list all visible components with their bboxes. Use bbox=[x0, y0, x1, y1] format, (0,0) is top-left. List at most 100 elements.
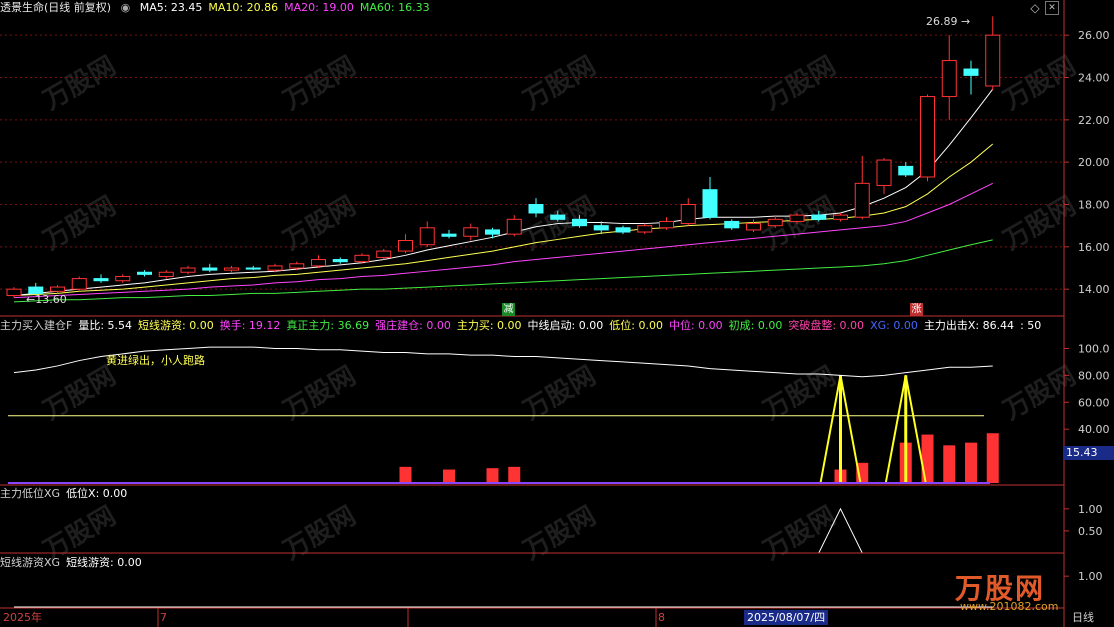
candle-body bbox=[463, 227, 479, 237]
candle-body bbox=[332, 259, 348, 263]
candle-body bbox=[724, 220, 740, 229]
low-price-label: ←13.60 bbox=[26, 293, 67, 306]
indicator-item: 突破盘整: 0.00 bbox=[788, 319, 865, 332]
indicator-item: 主力低位XG bbox=[0, 487, 61, 500]
x-axis-label: 2025/08/07/四 bbox=[744, 610, 829, 625]
indicator-item: 短线游资: 0.00 bbox=[66, 556, 142, 569]
y-tick-label: 24.00 bbox=[1078, 72, 1110, 85]
y-tick-label: 20.00 bbox=[1078, 156, 1110, 169]
chart-canvas: 万股网 万股网 万股网 万股网 万股网万股网 万股网 万股网 万股网 万股网万股网 万股网 万股网万… bbox=[0, 0, 1110, 627]
indicator-item: 真正主力: 36.69 bbox=[286, 319, 370, 332]
candle-body bbox=[680, 204, 696, 225]
watermark-glyph: 万股网 bbox=[279, 501, 362, 566]
volume-bar bbox=[443, 469, 455, 483]
candle-body bbox=[245, 267, 261, 270]
candle-body bbox=[550, 214, 566, 220]
x-axis-label: 8 bbox=[658, 611, 665, 624]
indicator-item: 初成: 0.00 bbox=[728, 319, 783, 332]
volume-bar bbox=[943, 445, 956, 483]
candle-body bbox=[941, 60, 957, 98]
volume-bar bbox=[986, 433, 999, 483]
y-tick-label: 60.00 bbox=[1078, 396, 1110, 409]
candle-body bbox=[71, 278, 87, 290]
candle-body bbox=[789, 214, 805, 222]
diamond-icon[interactable]: ◇ bbox=[1028, 1, 1042, 15]
watermark-glyph: 万股网 bbox=[39, 361, 122, 426]
candle-body bbox=[637, 225, 653, 233]
candle-body bbox=[920, 96, 935, 178]
y-tick-label: 40.00 bbox=[1078, 423, 1110, 436]
watermark-glyph: 万股网 bbox=[279, 361, 362, 426]
candlestick-series bbox=[6, 16, 1001, 298]
watermark-glyph: 万股网 bbox=[279, 51, 362, 116]
indicator-item: 主力买: 0.00 bbox=[456, 319, 522, 332]
y-tick-label: 14.00 bbox=[1078, 283, 1110, 296]
candle-body bbox=[811, 214, 827, 220]
indicator-item: 中线启动: 0.00 bbox=[527, 319, 604, 332]
down-marker: 减 bbox=[502, 303, 515, 316]
ma-item: MA10: 20.86 bbox=[208, 1, 279, 14]
y-tick-label: 18.00 bbox=[1078, 199, 1110, 212]
candle-body bbox=[93, 278, 109, 282]
candle-body bbox=[485, 229, 500, 235]
candle-body bbox=[354, 254, 370, 263]
volume-bar bbox=[508, 466, 521, 483]
candle-body bbox=[441, 233, 457, 237]
candle-body bbox=[267, 265, 283, 271]
close-icon[interactable]: ✕ bbox=[1045, 1, 1059, 15]
candle-body bbox=[419, 227, 435, 246]
candle-body bbox=[506, 218, 522, 235]
indicator-item: 短线游资: 0.00 bbox=[138, 319, 214, 332]
ma-item: MA60: 16.33 bbox=[359, 1, 430, 14]
up-marker: 涨 bbox=[910, 303, 923, 316]
watermark-glyph: 万股网 bbox=[519, 361, 602, 426]
indicator-item: 换手: 19.12 bbox=[219, 319, 281, 332]
candle-body bbox=[659, 220, 674, 229]
y-tick-label: 80.00 bbox=[1078, 369, 1110, 382]
watermark-glyph: 万股网 bbox=[279, 191, 362, 256]
y-tick-label: 16.00 bbox=[1078, 241, 1110, 254]
indicator-item: 主力出击X: 86.44 bbox=[923, 319, 1015, 332]
watermark-url: www.201082.com bbox=[960, 600, 1059, 613]
main-panel-header: 透景生命(日线 前复权) ◉ MA5: 23.45 MA10: 20.86 MA20… bbox=[0, 0, 442, 16]
indicator-item: 短线游资XG bbox=[0, 556, 61, 569]
y-axis-ticks: 26.00 24.00 22.00 20.00 18.00 16.00 14.00 100.0… bbox=[1064, 29, 1110, 583]
candle-body bbox=[6, 288, 22, 297]
ma-legend: MA5: 23.45 MA10: 20.86 MA20: 19.00 MA60: 16… bbox=[140, 1, 436, 14]
candle-body bbox=[115, 275, 131, 282]
y-tick-label: 26.00 bbox=[1078, 29, 1110, 42]
volume-bar bbox=[965, 442, 977, 483]
candle-body bbox=[615, 227, 631, 233]
y-tick-label: 22.00 bbox=[1078, 114, 1110, 127]
x-axis-label: 7 bbox=[160, 611, 167, 624]
high-price-label: 26.89 → bbox=[926, 15, 971, 28]
indicator-item: 中位: 0.00 bbox=[668, 319, 723, 332]
y-tick-label: 1.00 bbox=[1078, 503, 1103, 516]
candle-body bbox=[702, 189, 718, 218]
indicator-header-short-term: 短线游资XG 短线游资: 0.00 bbox=[0, 555, 154, 571]
dropdown-icon[interactable]: ◉ bbox=[121, 1, 131, 14]
watermark-glyph: 万股网 bbox=[519, 501, 602, 566]
candle-body bbox=[854, 182, 870, 218]
watermark-glyph: 万股网 bbox=[759, 51, 842, 116]
indicator-item: 强庄建仓: 0.00 bbox=[375, 319, 451, 332]
y-tick-label: 1.00 bbox=[1078, 570, 1103, 583]
candle-body bbox=[572, 218, 587, 227]
volume-bar bbox=[486, 468, 499, 483]
moving-average-lines bbox=[13, 88, 994, 303]
period-label[interactable]: (日线 前复权) bbox=[44, 1, 111, 14]
candle-body bbox=[137, 271, 152, 275]
stock-title: 透景生命 bbox=[0, 1, 44, 14]
candle-body bbox=[767, 218, 783, 227]
annotation-text: 黄进绿出，小人跑路 bbox=[106, 354, 205, 367]
candle-body bbox=[898, 165, 914, 176]
candle-body bbox=[50, 286, 65, 292]
candle-body bbox=[224, 267, 239, 271]
candle-body bbox=[158, 271, 174, 277]
indicator-item: 量比: 5.54 bbox=[78, 319, 133, 332]
y-tick-label: 0.50 bbox=[1078, 525, 1103, 538]
watermark-glyph: 万股网 bbox=[759, 361, 842, 426]
low-position-line bbox=[14, 507, 993, 554]
x-axis-label: 日线 bbox=[1072, 611, 1094, 624]
y-tick-label: 100.0 bbox=[1078, 342, 1110, 355]
